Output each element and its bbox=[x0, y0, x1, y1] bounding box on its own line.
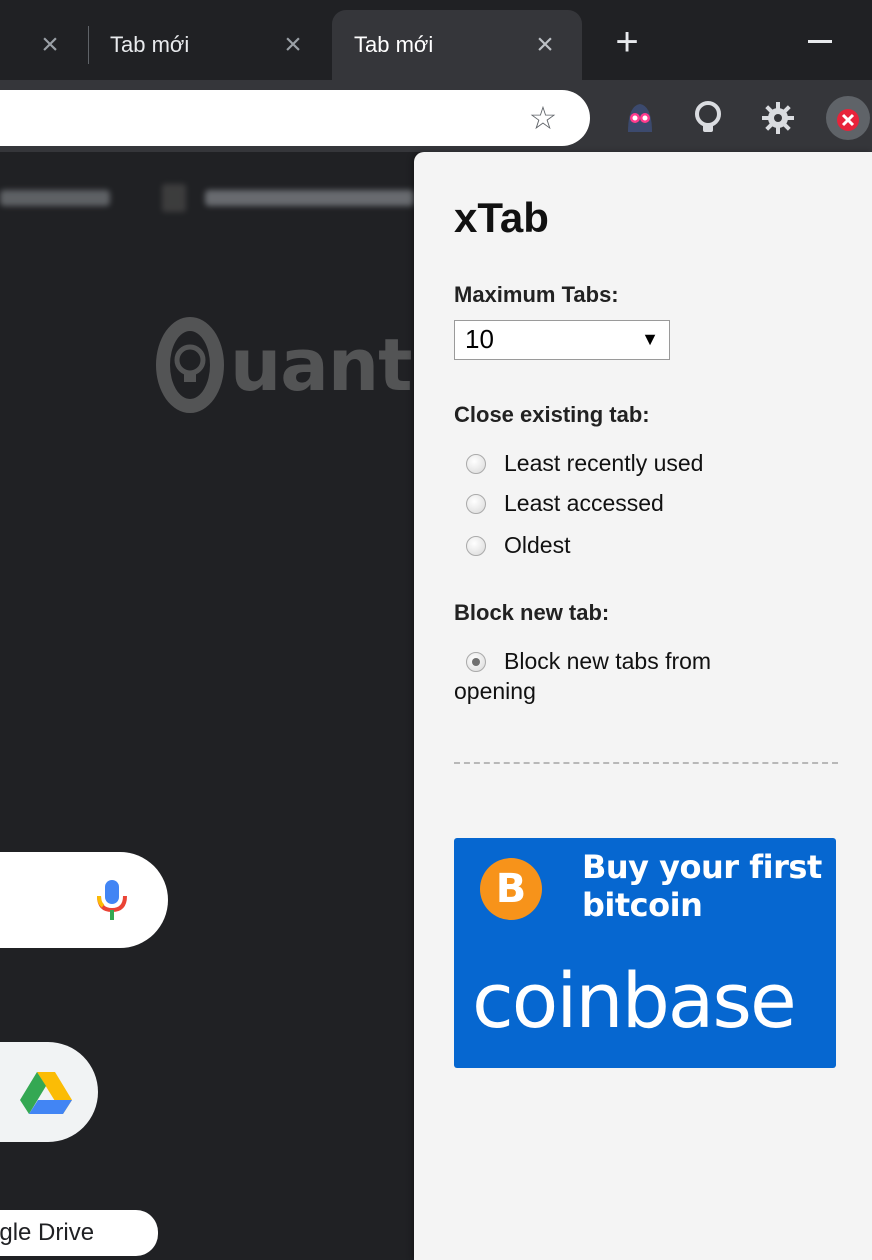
option-label: Block new tabs from bbox=[504, 648, 712, 674]
dropdown-arrow-icon: ▼ bbox=[641, 329, 659, 349]
close-existing-label: Close existing tab: bbox=[454, 402, 650, 427]
option-least-accessed[interactable]: Least accessed bbox=[466, 490, 664, 517]
tab-partial[interactable]: × bbox=[0, 10, 90, 82]
bookmark-star-icon[interactable]: ☆ bbox=[523, 98, 563, 138]
ad-headline: Buy your first bitcoin bbox=[582, 848, 822, 924]
google-drive-icon bbox=[20, 1070, 72, 1114]
xtab-popup: xTab Maximum Tabs: 10 ▼ Close existing t… bbox=[414, 152, 872, 1260]
radio-button[interactable] bbox=[466, 535, 486, 556]
lightbulb-icon bbox=[156, 317, 224, 413]
option-label: Least recently used bbox=[504, 450, 704, 476]
bookmarks-bar bbox=[0, 176, 420, 224]
block-new-tab-label: Block new tab: bbox=[454, 600, 610, 625]
divider bbox=[454, 762, 838, 764]
tab-close-icon[interactable]: × bbox=[530, 30, 560, 60]
tab-new-1[interactable]: Tab mới × bbox=[88, 10, 328, 82]
google-search-box[interactable] bbox=[0, 852, 168, 948]
browser-toolbar: ☆ bbox=[0, 80, 872, 152]
google-drive-shortcut[interactable] bbox=[0, 1042, 98, 1142]
option-oldest[interactable]: Oldest bbox=[466, 532, 570, 559]
address-bar[interactable]: ☆ bbox=[0, 90, 590, 146]
minimize-button[interactable] bbox=[800, 22, 840, 62]
max-tabs-label: Maximum Tabs: bbox=[454, 282, 619, 307]
option-label-wrap: opening bbox=[454, 678, 536, 704]
option-least-recently-used[interactable]: Least recently used bbox=[466, 450, 703, 477]
ad-headline-line1: Buy your first bbox=[582, 848, 822, 886]
option-label: Oldest bbox=[504, 532, 571, 558]
tab-new-active[interactable]: Tab mới × bbox=[332, 10, 582, 82]
bookmark-item[interactable] bbox=[0, 190, 110, 206]
google-drive-label[interactable]: ogle Drive bbox=[0, 1210, 158, 1256]
tab-title: Tab mới bbox=[110, 32, 190, 57]
max-tabs-select[interactable]: 10 ▼ bbox=[454, 320, 670, 360]
radio-button[interactable] bbox=[466, 453, 486, 474]
minimize-icon bbox=[808, 40, 832, 43]
tab-close-icon[interactable]: × bbox=[35, 30, 65, 60]
option-block-new-tabs[interactable]: Block new tabs from bbox=[466, 648, 711, 675]
lightbulb-extension-icon[interactable] bbox=[688, 98, 728, 138]
bookmark-item[interactable] bbox=[205, 190, 415, 206]
tab-strip: × Tab mới × Tab mới × + bbox=[0, 0, 872, 82]
new-tab-button[interactable]: + bbox=[605, 22, 649, 66]
tab-close-icon[interactable]: × bbox=[278, 30, 308, 60]
option-label: Least accessed bbox=[504, 490, 664, 516]
bitcoin-icon: B bbox=[480, 858, 542, 920]
ad-headline-line2: bitcoin bbox=[582, 886, 703, 924]
browser-window: × Tab mới × Tab mới × + ☆ gle Drive xTab… bbox=[0, 0, 872, 1260]
microphone-icon[interactable] bbox=[92, 876, 132, 924]
xtab-extension-icon[interactable] bbox=[826, 96, 870, 140]
gear-extension-icon[interactable] bbox=[758, 98, 798, 138]
ghost-extension-icon[interactable] bbox=[620, 98, 660, 138]
max-tabs-value: 10 bbox=[465, 324, 494, 354]
popup-title: xTab bbox=[454, 194, 549, 241]
bookmark-favicon bbox=[162, 184, 186, 212]
radio-button-checked[interactable] bbox=[466, 651, 486, 672]
coinbase-ad-banner[interactable]: B Buy your first bitcoin coinbase bbox=[454, 838, 836, 1068]
tab-title: Tab mới bbox=[354, 32, 434, 57]
radio-button[interactable] bbox=[466, 493, 486, 514]
ad-brand-logo: coinbase bbox=[472, 956, 797, 1045]
